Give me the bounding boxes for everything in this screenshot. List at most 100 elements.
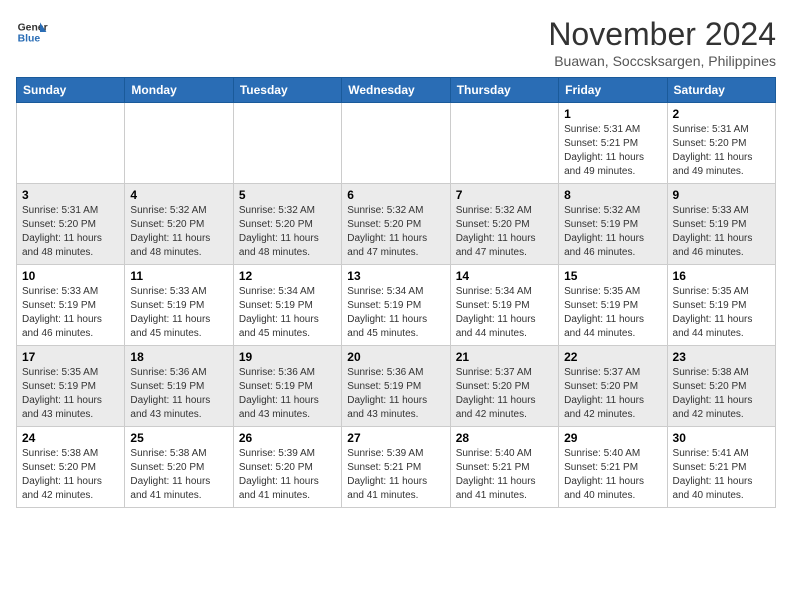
day-info: Sunrise: 5:38 AMSunset: 5:20 PMDaylight:… [22, 447, 119, 503]
day-number: 2 [673, 107, 770, 121]
day-number: 22 [564, 350, 661, 364]
calendar-week-row: 1 Sunrise: 5:31 AMSunset: 5:21 PMDaylight… [17, 103, 776, 184]
day-info: Sunrise: 5:33 AMSunset: 5:19 PMDaylight:… [673, 204, 770, 260]
calendar-cell [342, 103, 450, 184]
weekday-header: Monday [125, 78, 233, 103]
day-number: 19 [239, 350, 336, 364]
calendar-cell: 18 Sunrise: 5:36 AMSunset: 5:19 PMDayligh… [125, 346, 233, 427]
calendar-cell: 4 Sunrise: 5:32 AMSunset: 5:20 PMDaylight… [125, 184, 233, 265]
day-info: Sunrise: 5:31 AMSunset: 5:20 PMDaylight:… [673, 123, 770, 179]
calendar-cell: 28 Sunrise: 5:40 AMSunset: 5:21 PMDayligh… [450, 427, 558, 508]
calendar-cell [450, 103, 558, 184]
weekday-header: Friday [559, 78, 667, 103]
day-number: 14 [456, 269, 553, 283]
calendar-week-row: 24Sunrise: 5:38 AMSunset: 5:20 PMDayligh… [17, 427, 776, 508]
logo: General Blue [16, 16, 48, 48]
day-number: 26 [239, 431, 336, 445]
day-info: Sunrise: 5:32 AMSunset: 5:20 PMDaylight:… [347, 204, 444, 260]
calendar-cell: 7 Sunrise: 5:32 AMSunset: 5:20 PMDaylight… [450, 184, 558, 265]
day-number: 27 [347, 431, 444, 445]
svg-text:Blue: Blue [18, 34, 41, 45]
calendar-week-row: 10 Sunrise: 5:33 AMSunset: 5:19 PMDayligh… [17, 265, 776, 346]
weekday-header: Wednesday [342, 78, 450, 103]
calendar-cell: 25Sunrise: 5:38 AMSunset: 5:20 PMDayligh… [125, 427, 233, 508]
day-info: Sunrise: 5:38 AMSunset: 5:20 PMDaylight:… [673, 366, 770, 422]
weekday-header: Thursday [450, 78, 558, 103]
calendar-cell: 21 Sunrise: 5:37 AMSunset: 5:20 PMDayligh… [450, 346, 558, 427]
day-info: Sunrise: 5:40 AMSunset: 5:21 PMDaylight:… [456, 447, 553, 503]
day-info: Sunrise: 5:38 AMSunset: 5:20 PMDaylight:… [130, 447, 227, 503]
calendar-cell: 2 Sunrise: 5:31 AMSunset: 5:20 PMDaylight… [667, 103, 775, 184]
day-info: Sunrise: 5:36 AMSunset: 5:19 PMDaylight:… [130, 366, 227, 422]
calendar-week-row: 3Sunrise: 5:31 AMSunset: 5:20 PMDaylight… [17, 184, 776, 265]
calendar-cell: 15 Sunrise: 5:35 AMSunset: 5:19 PMDayligh… [559, 265, 667, 346]
day-info: Sunrise: 5:32 AMSunset: 5:19 PMDaylight:… [564, 204, 661, 260]
day-number: 1 [564, 107, 661, 121]
day-number: 7 [456, 188, 553, 202]
day-number: 29 [564, 431, 661, 445]
day-info: Sunrise: 5:41 AMSunset: 5:21 PMDaylight:… [673, 447, 770, 503]
day-info: Sunrise: 5:33 AMSunset: 5:19 PMDaylight:… [130, 285, 227, 341]
calendar-cell: 11 Sunrise: 5:33 AMSunset: 5:19 PMDayligh… [125, 265, 233, 346]
weekday-header: Saturday [667, 78, 775, 103]
calendar-cell: 27 Sunrise: 5:39 AMSunset: 5:21 PMDayligh… [342, 427, 450, 508]
day-number: 11 [130, 269, 227, 283]
month-title: November 2024 [548, 16, 776, 53]
day-number: 12 [239, 269, 336, 283]
day-info: Sunrise: 5:34 AMSunset: 5:19 PMDaylight:… [347, 285, 444, 341]
day-number: 28 [456, 431, 553, 445]
day-info: Sunrise: 5:37 AMSunset: 5:20 PMDaylight:… [456, 366, 553, 422]
day-info: Sunrise: 5:39 AMSunset: 5:20 PMDaylight:… [239, 447, 336, 503]
calendar-cell: 17Sunrise: 5:35 AMSunset: 5:19 PMDayligh… [17, 346, 125, 427]
day-info: Sunrise: 5:35 AMSunset: 5:19 PMDaylight:… [564, 285, 661, 341]
day-info: Sunrise: 5:32 AMSunset: 5:20 PMDaylight:… [130, 204, 227, 260]
location-subtitle: Buawan, Soccsksargen, Philippines [548, 53, 776, 69]
day-info: Sunrise: 5:31 AMSunset: 5:20 PMDaylight:… [22, 204, 119, 260]
calendar-cell [125, 103, 233, 184]
calendar-cell: 20Sunrise: 5:36 AMSunset: 5:19 PMDayligh… [342, 346, 450, 427]
calendar-cell: 14 Sunrise: 5:34 AMSunset: 5:19 PMDayligh… [450, 265, 558, 346]
day-number: 23 [673, 350, 770, 364]
day-info: Sunrise: 5:32 AMSunset: 5:20 PMDaylight:… [456, 204, 553, 260]
logo-icon: General Blue [16, 16, 48, 48]
title-block: November 2024 Buawan, Soccsksargen, Phil… [548, 16, 776, 69]
day-info: Sunrise: 5:35 AMSunset: 5:19 PMDaylight:… [22, 366, 119, 422]
day-info: Sunrise: 5:39 AMSunset: 5:21 PMDaylight:… [347, 447, 444, 503]
day-info: Sunrise: 5:34 AMSunset: 5:19 PMDaylight:… [456, 285, 553, 341]
calendar-cell: 23 Sunrise: 5:38 AMSunset: 5:20 PMDayligh… [667, 346, 775, 427]
day-info: Sunrise: 5:35 AMSunset: 5:19 PMDaylight:… [673, 285, 770, 341]
calendar-cell: 12Sunrise: 5:34 AMSunset: 5:19 PMDayligh… [233, 265, 341, 346]
calendar-cell: 1 Sunrise: 5:31 AMSunset: 5:21 PMDaylight… [559, 103, 667, 184]
day-number: 15 [564, 269, 661, 283]
calendar-cell: 9 Sunrise: 5:33 AMSunset: 5:19 PMDaylight… [667, 184, 775, 265]
calendar-cell: 30Sunrise: 5:41 AMSunset: 5:21 PMDayligh… [667, 427, 775, 508]
day-number: 10 [22, 269, 119, 283]
day-number: 18 [130, 350, 227, 364]
calendar-cell: 29Sunrise: 5:40 AMSunset: 5:21 PMDayligh… [559, 427, 667, 508]
calendar-cell: 22 Sunrise: 5:37 AMSunset: 5:20 PMDayligh… [559, 346, 667, 427]
day-info: Sunrise: 5:31 AMSunset: 5:21 PMDaylight:… [564, 123, 661, 179]
day-info: Sunrise: 5:32 AMSunset: 5:20 PMDaylight:… [239, 204, 336, 260]
page-header: General Blue November 2024 Buawan, Soccs… [16, 16, 776, 69]
day-info: Sunrise: 5:33 AMSunset: 5:19 PMDaylight:… [22, 285, 119, 341]
calendar-cell: 16 Sunrise: 5:35 AMSunset: 5:19 PMDayligh… [667, 265, 775, 346]
weekday-header-row: SundayMondayTuesdayWednesdayThursdayFrid… [17, 78, 776, 103]
day-number: 6 [347, 188, 444, 202]
calendar-cell: 13Sunrise: 5:34 AMSunset: 5:19 PMDayligh… [342, 265, 450, 346]
day-number: 8 [564, 188, 661, 202]
day-number: 4 [130, 188, 227, 202]
day-number: 21 [456, 350, 553, 364]
day-info: Sunrise: 5:36 AMSunset: 5:19 PMDaylight:… [347, 366, 444, 422]
calendar-cell: 8 Sunrise: 5:32 AMSunset: 5:19 PMDaylight… [559, 184, 667, 265]
day-info: Sunrise: 5:36 AMSunset: 5:19 PMDaylight:… [239, 366, 336, 422]
calendar-week-row: 17Sunrise: 5:35 AMSunset: 5:19 PMDayligh… [17, 346, 776, 427]
calendar-table: SundayMondayTuesdayWednesdayThursdayFrid… [16, 77, 776, 508]
calendar-cell: 6 Sunrise: 5:32 AMSunset: 5:20 PMDaylight… [342, 184, 450, 265]
calendar-cell: 19 Sunrise: 5:36 AMSunset: 5:19 PMDayligh… [233, 346, 341, 427]
day-number: 16 [673, 269, 770, 283]
day-info: Sunrise: 5:37 AMSunset: 5:20 PMDaylight:… [564, 366, 661, 422]
day-number: 5 [239, 188, 336, 202]
calendar-cell: 24Sunrise: 5:38 AMSunset: 5:20 PMDayligh… [17, 427, 125, 508]
weekday-header: Tuesday [233, 78, 341, 103]
day-number: 9 [673, 188, 770, 202]
